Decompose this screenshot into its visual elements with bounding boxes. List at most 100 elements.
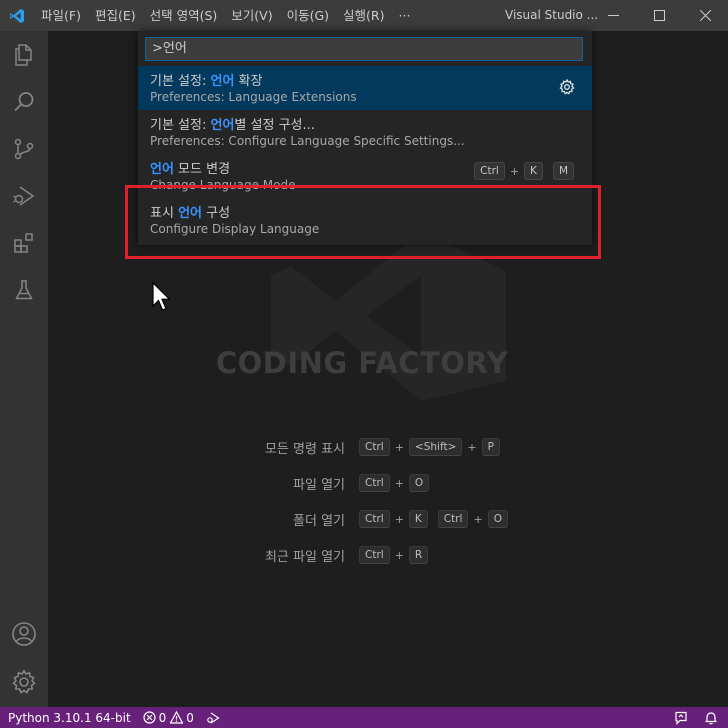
vscode-window: 파일(F) 편집(E) 선택 영역(S) 보기(V) 이동(G) 실행(R) ··· Vis… xyxy=(0,0,728,728)
key-plus: + xyxy=(394,440,404,454)
extensions-icon[interactable] xyxy=(0,219,48,267)
key-plus: + xyxy=(509,164,520,178)
error-icon xyxy=(143,711,156,724)
menu-item-1[interactable]: 편집(E) xyxy=(88,0,143,31)
command-keybinding: Ctrl + K M xyxy=(474,162,574,180)
shortcut-keys: Ctrl + R xyxy=(359,546,429,564)
command-subtitle: Configure Display Language xyxy=(150,222,320,236)
problems-indicator[interactable]: 0 0 xyxy=(137,707,200,728)
command-palette-item[interactable]: 기본 설정: 언어 확장 Preferences: Language Extens… xyxy=(138,66,592,110)
error-count: 0 xyxy=(158,710,167,725)
key-cap: Ctrl xyxy=(474,162,505,180)
shortcut-label: 폴더 열기 xyxy=(293,513,345,529)
command-title: 기본 설정: 언어 확장 xyxy=(150,70,262,89)
accounts-icon[interactable] xyxy=(0,610,48,658)
command-subtitle: Change Language Mode xyxy=(150,178,296,192)
command-title-prefix: 기본 설정: xyxy=(150,74,211,89)
shortcut-row: 폴더 열기 Ctrl + K Ctrl + O xyxy=(48,507,728,531)
menu-item-2[interactable]: 선택 영역(S) xyxy=(143,0,225,31)
command-palette-item[interactable]: 언어 모드 변경 Change Language Mode Ctrl + K M xyxy=(138,154,592,198)
manage-gear-icon[interactable] xyxy=(0,658,48,706)
warning-icon xyxy=(170,711,184,724)
command-title-match: 언어 xyxy=(210,74,235,89)
maximize-icon xyxy=(653,10,665,21)
menu-bar: 파일(F) 편집(E) 선택 영역(S) 보기(V) 이동(G) 실행(R) ··· xyxy=(34,0,417,31)
minimize-icon xyxy=(607,15,619,16)
key-plus: + xyxy=(394,476,404,490)
configure-gear-icon[interactable] xyxy=(559,78,575,99)
source-control-icon[interactable] xyxy=(0,125,48,173)
shortcut-keys: Ctrl + O xyxy=(359,474,430,492)
key-cap: Ctrl xyxy=(359,546,390,564)
feedback-icon[interactable] xyxy=(664,707,698,728)
key-cap: O xyxy=(408,474,430,492)
key-cap: R xyxy=(408,546,429,564)
key-plus: + xyxy=(394,512,404,526)
command-title-suffix: 확장 xyxy=(234,74,263,89)
status-right-group xyxy=(664,707,728,728)
shortcut-row: 최근 파일 열기 Ctrl + R xyxy=(48,543,728,567)
vscode-logo-icon[interactable] xyxy=(0,0,34,31)
command-subtitle: Preferences: Language Extensions xyxy=(150,90,357,104)
run-status-icon[interactable] xyxy=(200,707,226,728)
command-palette-item[interactable]: 기본 설정: 언어별 설정 구성... Preferences: Configur… xyxy=(138,110,592,154)
shortcut-row: 모든 명령 표시 Ctrl + <Shift> + P xyxy=(48,435,728,459)
maximize-button[interactable] xyxy=(636,0,682,31)
command-palette-item[interactable]: 표시 언어 구성 Configure Display Language xyxy=(138,198,592,242)
menu-item-4[interactable]: 이동(G) xyxy=(280,0,336,31)
command-title-match: 언어 xyxy=(178,206,202,221)
minimize-button[interactable] xyxy=(590,0,636,31)
shortcut-row: 파일 열기 Ctrl + O xyxy=(48,471,728,495)
command-palette: >언어 기본 설정: 언어 확장 Preferences: Language Ex… xyxy=(138,31,592,245)
run-debug-icon[interactable] xyxy=(0,172,48,220)
command-title-suffix: 별 설정 구성... xyxy=(234,118,315,133)
command-title-match: 언어 xyxy=(210,118,235,133)
command-palette-input[interactable]: >언어 xyxy=(145,37,583,61)
shortcut-label: 모든 명령 표시 xyxy=(264,441,345,457)
command-subtitle: Preferences: Configure Language Specific… xyxy=(150,134,465,148)
command-title-prefix: 표시 xyxy=(150,206,179,221)
menu-overflow-button[interactable]: ··· xyxy=(392,0,418,31)
activity-bar xyxy=(0,31,48,707)
menu-item-3[interactable]: 보기(V) xyxy=(224,0,279,31)
menu-item-5[interactable]: 실행(R) xyxy=(336,0,391,31)
close-button[interactable] xyxy=(682,0,728,31)
key-cap: K xyxy=(408,510,428,528)
shortcut-label: 파일 열기 xyxy=(293,477,345,493)
watermark-text: CODING FACTORY xyxy=(215,346,509,380)
warning-count: 0 xyxy=(186,710,194,725)
mouse-cursor-icon xyxy=(152,281,172,316)
command-title: 표시 언어 구성 xyxy=(150,202,230,221)
key-cap: Ctrl xyxy=(359,474,390,492)
window-controls xyxy=(590,0,728,31)
python-interpreter[interactable]: Python 3.10.1 64-bit xyxy=(0,707,137,728)
key-cap: <Shift> xyxy=(408,438,463,456)
key-cap: K xyxy=(524,162,543,180)
shortcut-keys: Ctrl + K Ctrl + O xyxy=(359,510,508,528)
command-title: 기본 설정: 언어별 설정 구성... xyxy=(150,114,315,133)
window-title: Visual Studio ... xyxy=(505,8,599,22)
key-plus: + xyxy=(473,512,483,526)
key-cap: Ctrl xyxy=(359,438,390,456)
command-title-suffix: 모드 변경 xyxy=(173,162,231,177)
key-cap: P xyxy=(481,438,500,456)
key-plus: + xyxy=(467,440,477,454)
title-bar: 파일(F) 편집(E) 선택 영역(S) 보기(V) 이동(G) 실행(R) ··· Vis… xyxy=(0,0,728,31)
shortcut-keys: Ctrl + <Shift> + P xyxy=(359,438,500,456)
key-cap: Ctrl xyxy=(359,510,390,528)
command-title-prefix: 기본 설정: xyxy=(150,118,211,133)
menu-item-0[interactable]: 파일(F) xyxy=(34,0,88,31)
command-title-suffix: 구성 xyxy=(201,206,231,221)
command-title: 언어 모드 변경 xyxy=(150,158,230,177)
key-cap: O xyxy=(487,510,508,528)
status-bar: Python 3.10.1 64-bit 0 0 xyxy=(0,707,728,728)
testing-icon[interactable] xyxy=(0,266,48,314)
explorer-icon[interactable] xyxy=(0,31,48,79)
close-icon xyxy=(699,10,711,21)
key-cap: M xyxy=(552,162,574,180)
key-cap: Ctrl xyxy=(437,510,469,528)
key-plus: + xyxy=(394,548,404,562)
search-icon[interactable] xyxy=(0,78,48,126)
notifications-bell-icon[interactable] xyxy=(698,707,728,728)
command-title-match: 언어 xyxy=(150,162,174,177)
